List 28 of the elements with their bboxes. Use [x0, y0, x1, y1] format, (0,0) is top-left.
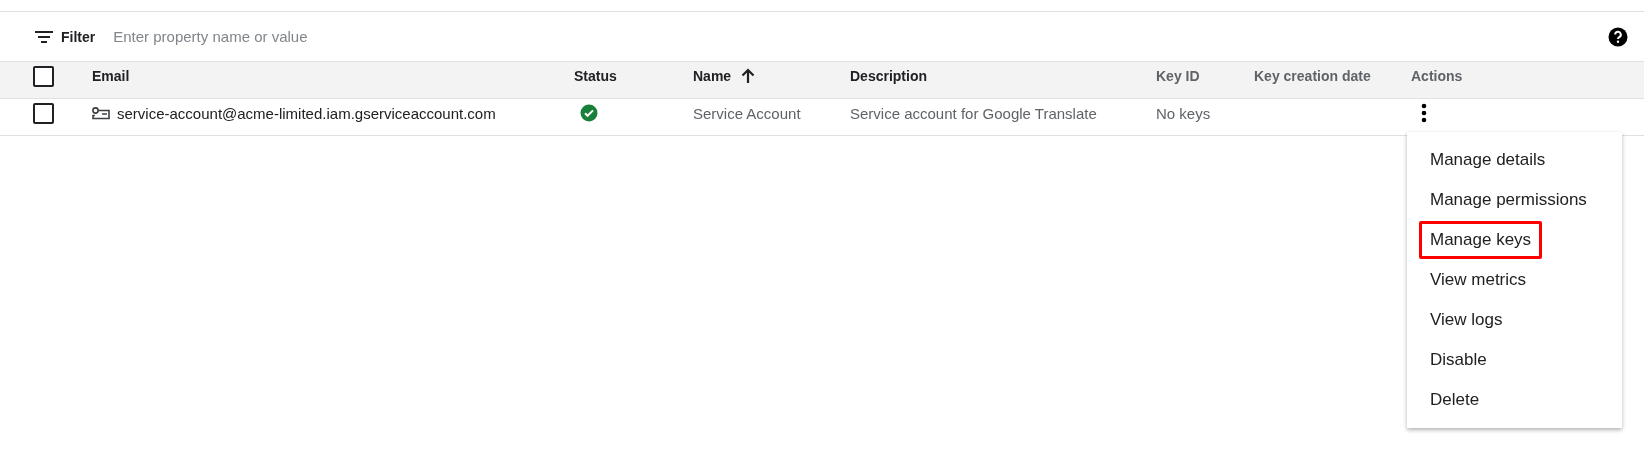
- menu-item[interactable]: Manage keys: [1419, 221, 1543, 259]
- row-checkbox[interactable]: [33, 102, 54, 124]
- column-header: Actions: [1411, 68, 1463, 85]
- arrow-up-icon[interactable]: [741, 68, 756, 85]
- name-cell-text: Service Account: [693, 104, 802, 122]
- help-icon[interactable]: [1608, 26, 1628, 47]
- menu-item[interactable]: View metrics: [1419, 261, 1538, 299]
- select-all-checkbox[interactable]: [33, 65, 54, 87]
- menu-item[interactable]: Manage details: [1419, 141, 1557, 179]
- key-id-cell-text: No keys: [1156, 104, 1212, 122]
- more-vert-icon[interactable]: [1421, 103, 1427, 124]
- column-header[interactable]: Description: [850, 68, 927, 85]
- check-circle-icon: [580, 104, 598, 123]
- filter-icon[interactable]: [35, 30, 53, 43]
- column-header: Key creation date: [1254, 68, 1371, 85]
- menu-item[interactable]: View logs: [1419, 301, 1514, 339]
- column-header[interactable]: Name: [693, 68, 732, 85]
- column-header: Key ID: [1156, 68, 1200, 85]
- filter-input[interactable]: Enter property name or value: [111, 27, 1600, 46]
- description-cell-text: Service account for Google Translate: [850, 104, 1098, 122]
- column-header[interactable]: Email: [92, 68, 130, 85]
- key-card-icon: [92, 106, 111, 120]
- filter-label: Filter: [61, 28, 96, 45]
- menu-item[interactable]: Manage permissions: [1419, 181, 1598, 219]
- menu-item[interactable]: Disable: [1419, 341, 1498, 379]
- email-cell[interactable]: service-account@acme-limited.iam.gserviceaccount.com: [117, 104, 496, 122]
- menu-item[interactable]: Delete: [1419, 381, 1491, 419]
- column-header[interactable]: Status: [574, 68, 617, 85]
